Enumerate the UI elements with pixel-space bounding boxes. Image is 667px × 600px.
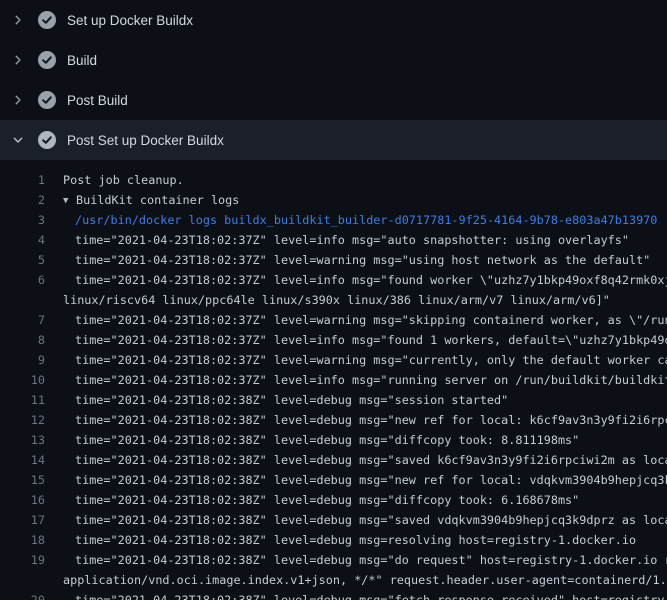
line-number[interactable]: 3: [0, 210, 45, 230]
log-text: time="2021-04-23T18:02:37Z" level=info m…: [75, 370, 667, 390]
line-number[interactable]: 18: [0, 530, 45, 550]
steps-list: Set up Docker Buildx Build Post Build Po…: [0, 0, 667, 160]
log-text: application/vnd.oci.image.index.v1+json,…: [63, 570, 667, 590]
log-text: time="2021-04-23T18:02:38Z" level=debug …: [75, 530, 636, 550]
log-line: 20 time="2021-04-23T18:02:38Z" level=debu…: [0, 590, 667, 600]
log-line: 1 Post job cleanup.: [0, 170, 667, 190]
log-line: 19 time="2021-04-23T18:02:38Z" level=debu…: [0, 550, 667, 570]
line-number[interactable]: 5: [0, 250, 45, 270]
check-circle-icon: [38, 91, 56, 109]
line-number[interactable]: 16: [0, 490, 45, 510]
line-number[interactable]: 20: [0, 590, 45, 600]
log-line: 4 time="2021-04-23T18:02:37Z" level=info …: [0, 230, 667, 250]
log-text: time="2021-04-23T18:02:38Z" level=debug …: [75, 550, 667, 570]
step-set-up-docker-buildx[interactable]: Set up Docker Buildx: [0, 0, 667, 40]
line-number[interactable]: 13: [0, 430, 45, 450]
log-line: 17 time="2021-04-23T18:02:38Z" level=debu…: [0, 510, 667, 530]
line-number: [0, 570, 45, 590]
log-line: 15 time="2021-04-23T18:02:38Z" level=debu…: [0, 470, 667, 490]
check-circle-icon: [38, 51, 56, 69]
log-text: time="2021-04-23T18:02:38Z" level=debug …: [75, 470, 667, 490]
log-text: time="2021-04-23T18:02:38Z" level=debug …: [75, 450, 667, 470]
collapse-triangle-icon[interactable]: ▼: [63, 191, 76, 211]
line-number[interactable]: 4: [0, 230, 45, 250]
line-number[interactable]: 2: [0, 190, 45, 210]
step-label: Set up Docker Buildx: [67, 13, 193, 28]
check-circle-icon: [38, 131, 56, 149]
log-text: time="2021-04-23T18:02:37Z" level=info m…: [75, 330, 667, 350]
log-viewer[interactable]: 1 Post job cleanup. 2 ▼BuildKit container l…: [0, 160, 667, 600]
log-line: 7 time="2021-04-23T18:02:37Z" level=warni…: [0, 310, 667, 330]
line-number[interactable]: 11: [0, 390, 45, 410]
log-text: time="2021-04-23T18:02:37Z" level=info m…: [75, 230, 629, 250]
log-line: 5 time="2021-04-23T18:02:37Z" level=warni…: [0, 250, 667, 270]
log-text: time="2021-04-23T18:02:38Z" level=debug …: [75, 430, 579, 450]
log-text: time="2021-04-23T18:02:37Z" level=info m…: [75, 270, 667, 290]
log-line: 12 time="2021-04-23T18:02:38Z" level=debu…: [0, 410, 667, 430]
line-number[interactable]: 12: [0, 410, 45, 430]
log-line: 6 time="2021-04-23T18:02:37Z" level=info …: [0, 270, 667, 290]
log-text: time="2021-04-23T18:02:38Z" level=debug …: [75, 590, 667, 600]
line-number[interactable]: 7: [0, 310, 45, 330]
step-label: Post Set up Docker Buildx: [67, 133, 224, 148]
log-text: time="2021-04-23T18:02:38Z" level=debug …: [75, 510, 667, 530]
log-command-text: /usr/bin/docker logs buildx_buildkit_bui…: [75, 210, 657, 230]
log-text: time="2021-04-23T18:02:38Z" level=debug …: [75, 490, 579, 510]
log-text: linux/riscv64 linux/ppc64le linux/s390x …: [63, 290, 610, 310]
log-text: time="2021-04-23T18:02:37Z" level=warnin…: [75, 250, 650, 270]
log-text: time="2021-04-23T18:02:38Z" level=debug …: [75, 390, 508, 410]
log-line: 13 time="2021-04-23T18:02:38Z" level=debu…: [0, 430, 667, 450]
line-number[interactable]: 15: [0, 470, 45, 490]
log-text: time="2021-04-23T18:02:37Z" level=warnin…: [75, 310, 667, 330]
line-number: [0, 290, 45, 310]
line-number[interactable]: 1: [0, 170, 45, 190]
log-line: 9 time="2021-04-23T18:02:37Z" level=warni…: [0, 350, 667, 370]
step-label: Post Build: [67, 93, 128, 108]
step-label: Build: [67, 53, 97, 68]
log-line: 14 time="2021-04-23T18:02:38Z" level=debu…: [0, 450, 667, 470]
chevron-down-icon[interactable]: [10, 132, 26, 148]
log-line: 8 time="2021-04-23T18:02:37Z" level=info …: [0, 330, 667, 350]
step-build[interactable]: Build: [0, 40, 667, 80]
line-number[interactable]: 9: [0, 350, 45, 370]
log-text: time="2021-04-23T18:02:37Z" level=warnin…: [75, 350, 667, 370]
log-text: Post job cleanup.: [63, 170, 184, 190]
chevron-right-icon[interactable]: [10, 12, 26, 28]
log-line: 18 time="2021-04-23T18:02:38Z" level=debu…: [0, 530, 667, 550]
log-line: 16 time="2021-04-23T18:02:38Z" level=debu…: [0, 490, 667, 510]
line-number[interactable]: 19: [0, 550, 45, 570]
log-line: application/vnd.oci.image.index.v1+json,…: [0, 570, 667, 590]
line-number[interactable]: 8: [0, 330, 45, 350]
log-line: 3/usr/bin/docker logs buildx_buildkit_bu…: [0, 210, 667, 230]
step-post-build[interactable]: Post Build: [0, 80, 667, 120]
log-line: linux/riscv64 linux/ppc64le linux/s390x …: [0, 290, 667, 310]
log-line: 2 ▼BuildKit container logs: [0, 190, 667, 210]
line-number[interactable]: 6: [0, 270, 45, 290]
line-number[interactable]: 10: [0, 370, 45, 390]
log-text: time="2021-04-23T18:02:38Z" level=debug …: [75, 410, 667, 430]
line-number[interactable]: 17: [0, 510, 45, 530]
log-line: 11 time="2021-04-23T18:02:38Z" level=debu…: [0, 390, 667, 410]
log-text: ▼BuildKit container logs: [63, 190, 239, 210]
line-number[interactable]: 14: [0, 450, 45, 470]
chevron-right-icon[interactable]: [10, 52, 26, 68]
step-post-set-up-docker-buildx[interactable]: Post Set up Docker Buildx: [0, 120, 667, 160]
check-circle-icon: [38, 11, 56, 29]
chevron-right-icon[interactable]: [10, 92, 26, 108]
log-line: 10 time="2021-04-23T18:02:37Z" level=info…: [0, 370, 667, 390]
